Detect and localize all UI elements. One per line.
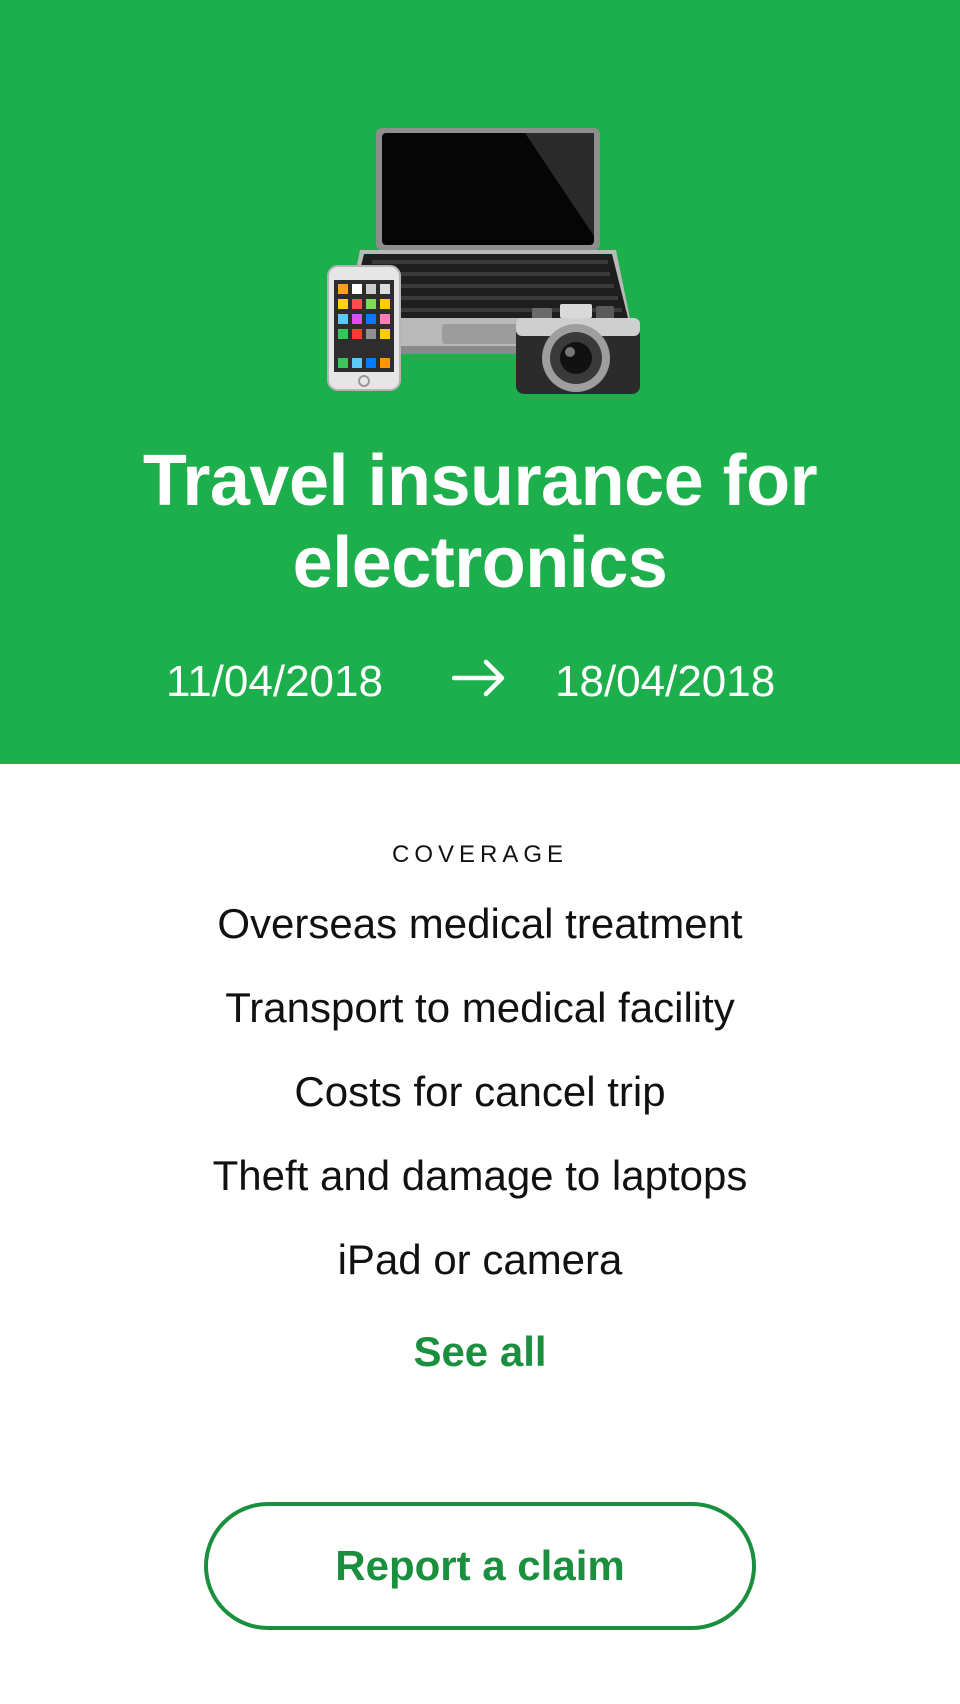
- start-date: 11/04/2018: [166, 657, 383, 706]
- hero-banner: Travel insurance for electronics 11/04/2…: [0, 0, 960, 764]
- coverage-list: Overseas medical treatment Transport to …: [0, 898, 960, 1318]
- coverage-item: Theft and damage to laptops: [212, 1152, 748, 1199]
- arrow-right-icon: [452, 659, 505, 697]
- zigzag-edge: [0, 756, 960, 770]
- coverage-item: Costs for cancel trip: [294, 1068, 666, 1115]
- coverage-section: COVERAGE Overseas medical treatment Tran…: [0, 840, 960, 1283]
- coverage-heading: COVERAGE: [391, 841, 569, 868]
- coverage-item: iPad or camera: [337, 1236, 623, 1283]
- coverage-item: Transport to medical facility: [225, 984, 735, 1031]
- coverage-item: Overseas medical treatment: [217, 900, 743, 947]
- coverage-period: 11/04/2018 18/04/2018: [0, 652, 960, 722]
- see-all-link[interactable]: See all: [0, 1326, 960, 1378]
- electronics-illustration: [327, 128, 640, 394]
- report-claim-button[interactable]: Report a claim: [204, 1502, 756, 1630]
- end-date: 18/04/2018: [555, 657, 776, 706]
- smartphone-icon: [327, 265, 401, 391]
- page-title: Travel insurance for electronics: [142, 441, 818, 603]
